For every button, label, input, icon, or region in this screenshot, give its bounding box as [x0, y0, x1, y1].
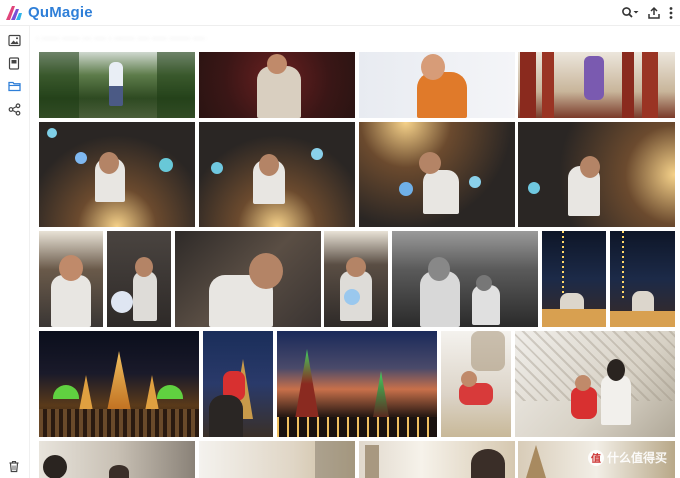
watermark-badge: 值: [587, 449, 604, 466]
upload-icon[interactable]: [645, 4, 663, 22]
photo-thumbnail[interactable]: [39, 231, 103, 327]
photo-thumbnail[interactable]: [392, 231, 538, 327]
photo-thumbnail[interactable]: [324, 231, 388, 327]
photo-thumbnail[interactable]: [107, 231, 171, 327]
more-icon[interactable]: [664, 4, 678, 22]
watermark: 值 什么值得买: [587, 449, 667, 466]
photo-thumbnail[interactable]: [39, 441, 195, 478]
sidebar: [0, 26, 30, 478]
photo-thumbnail[interactable]: [610, 231, 675, 327]
photo-thumbnail[interactable]: [39, 122, 195, 227]
photo-thumbnail[interactable]: [515, 331, 675, 437]
photo-thumbnail[interactable]: [199, 52, 355, 118]
app-header: QuMagie: [0, 0, 680, 26]
photo-thumbnail[interactable]: [441, 331, 511, 437]
app-name: QuMagie: [28, 4, 93, 21]
watermark-text: 什么值得买: [606, 451, 667, 465]
folders-icon[interactable]: [6, 78, 22, 94]
share-icon[interactable]: [6, 101, 22, 117]
photo-thumbnail[interactable]: [199, 122, 355, 227]
photo-thumbnail[interactable]: [359, 122, 515, 227]
search-icon[interactable]: [620, 4, 640, 22]
photo-thumbnail[interactable]: [277, 331, 437, 437]
photo-thumbnail[interactable]: [39, 331, 199, 437]
photo-thumbnail[interactable]: 值 什么值得买: [518, 441, 675, 478]
albums-icon[interactable]: [6, 55, 22, 71]
photo-thumbnail[interactable]: [199, 441, 355, 478]
photo-thumbnail[interactable]: [518, 122, 675, 227]
photo-thumbnail[interactable]: [39, 52, 195, 118]
folder-path: · ······ ······ ··· ···· · ······· ···· …: [36, 33, 205, 43]
trash-icon[interactable]: [6, 458, 22, 474]
photo-thumbnail[interactable]: [542, 231, 606, 327]
photo-thumbnail[interactable]: [203, 331, 273, 437]
photo-thumbnail[interactable]: [359, 441, 515, 478]
photo-thumbnail[interactable]: [518, 52, 675, 118]
photo-thumbnail[interactable]: [175, 231, 321, 327]
app-logo: [6, 6, 22, 20]
photos-icon[interactable]: [6, 32, 22, 48]
photo-thumbnail[interactable]: [359, 52, 515, 118]
